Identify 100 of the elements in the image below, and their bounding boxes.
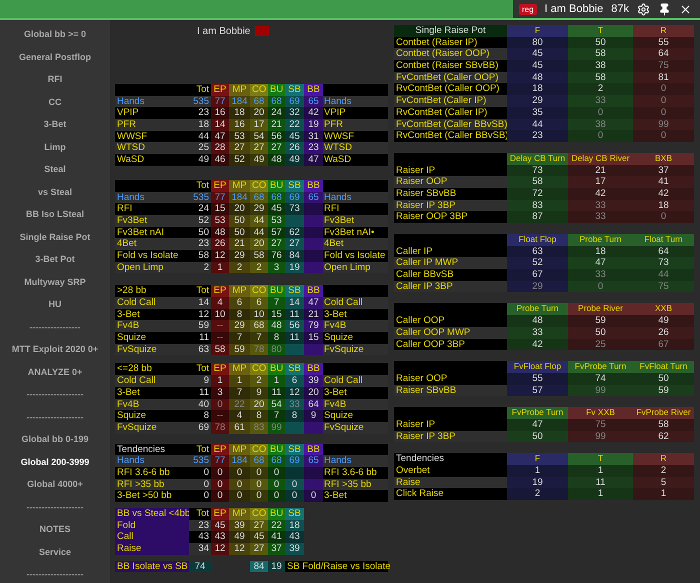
nav-item[interactable]: Global bb >= 0 xyxy=(24,23,86,46)
table-cell: 0 xyxy=(633,130,694,142)
table-cell: 73 xyxy=(507,164,568,176)
table-cell: 31 xyxy=(304,130,323,142)
column-header: EP xyxy=(211,285,229,298)
table-cell: 52 xyxy=(507,257,568,270)
column-header: FvProbe Turn xyxy=(568,361,633,373)
table-cell: 79 xyxy=(304,320,323,332)
table-cell: 43 xyxy=(285,531,304,544)
table-title: <=28 bb xyxy=(115,363,189,376)
nav-item[interactable]: 3-Bet xyxy=(44,113,66,136)
table-cell: 48 xyxy=(211,226,229,238)
table-cell: 64 xyxy=(304,398,323,410)
table-cell: 58 xyxy=(568,48,633,60)
table-cell: 25 xyxy=(189,142,211,154)
separator-text: ------------------- xyxy=(26,388,84,401)
row-label: Call xyxy=(115,531,189,544)
nav-item[interactable]: RFI xyxy=(48,68,62,90)
nav-item[interactable]: vs Steal xyxy=(38,180,72,203)
table-cell: 80 xyxy=(507,36,568,48)
close-icon[interactable] xyxy=(679,2,692,16)
nav-item[interactable]: HU xyxy=(48,293,62,316)
table-cell: 48 xyxy=(507,315,568,327)
table-cell: 63 xyxy=(507,246,568,258)
table-cell: 69 xyxy=(285,96,304,108)
table-cell: 43 xyxy=(189,531,211,544)
column-header: EP xyxy=(211,363,229,376)
table-cell: 11 xyxy=(189,332,211,344)
table-cell: 61 xyxy=(229,422,250,434)
row-label: Contbet (Raiser IP) xyxy=(394,36,507,48)
table-cell: 68 xyxy=(250,96,268,108)
row-label: Caller OOP 3BP xyxy=(394,338,507,350)
table-cell: 184 xyxy=(229,455,250,467)
nav-item[interactable]: Global 200-3999 xyxy=(20,450,90,473)
table-cell: 0 xyxy=(211,398,229,410)
table-cell: 68 xyxy=(268,96,285,108)
table-cell: 5 xyxy=(633,476,694,488)
table-cell: 34 xyxy=(189,543,211,555)
table-cell: 0 xyxy=(633,211,694,224)
nav-item[interactable]: BB Iso LSteal xyxy=(26,203,84,226)
table-cell: 57 xyxy=(507,384,568,396)
table-cell: 69 xyxy=(285,192,304,204)
pin-icon[interactable] xyxy=(658,2,671,16)
nav-item[interactable]: Single Raise Pot xyxy=(20,226,90,248)
column-header: SB xyxy=(285,180,304,192)
nav-item[interactable]: General Postflop xyxy=(18,46,91,68)
table-cell: 0 xyxy=(229,466,250,479)
nav-item[interactable]: 3-Bet Pot xyxy=(35,248,75,270)
table-cell: 52 xyxy=(229,154,250,166)
column-header: BB xyxy=(304,363,323,376)
table-cell: 7 xyxy=(268,410,285,422)
nav-item[interactable]: Limp xyxy=(44,136,66,158)
nav-item[interactable]: MTT Exploit 2020 0+ xyxy=(12,338,98,360)
table-cell: 0 xyxy=(250,490,268,502)
table-cell: 49 xyxy=(285,154,304,166)
table-cell: 83 xyxy=(507,200,568,212)
table-cell: 49 xyxy=(250,154,268,166)
table-cell: 0 xyxy=(229,490,250,502)
table-cell: 52 xyxy=(189,214,211,227)
hand-count: 87k xyxy=(611,3,629,15)
table-cell: 8 xyxy=(285,410,304,422)
table-cell: 10 xyxy=(211,308,229,320)
table-cell: 44 xyxy=(250,214,268,227)
table-cell: 3 xyxy=(211,386,229,399)
column-header: T xyxy=(568,25,633,37)
table-cell: 68 xyxy=(250,455,268,467)
column-header: SB xyxy=(285,508,304,520)
row-label: PFR xyxy=(115,119,189,131)
table-cell: 18 xyxy=(229,107,250,120)
column-header: Probe Turn xyxy=(568,234,633,246)
nav-item[interactable]: Steal xyxy=(44,158,66,180)
table-cell: 9 xyxy=(304,410,323,422)
row-label: Raise xyxy=(115,543,189,555)
row-label: Fv3Bet nAI• xyxy=(323,226,388,238)
row-label: Fv4B xyxy=(323,320,388,332)
table-cell: 19 xyxy=(285,262,304,274)
nav-item[interactable]: ANALYZE 0+ xyxy=(28,360,82,383)
table-cell: 12 xyxy=(229,543,250,555)
nav-item[interactable]: NOTES xyxy=(39,518,70,540)
table-cell: 48 xyxy=(507,72,568,84)
table-cell: 2 xyxy=(189,262,211,274)
table-cell: 42 xyxy=(304,107,323,120)
table-cell: 24 xyxy=(189,203,211,215)
nav-item[interactable]: Global 4000+ xyxy=(27,473,83,496)
table-cell: 59 xyxy=(189,320,211,332)
table-cell: 78 xyxy=(250,344,268,356)
nav-item[interactable]: Global bb 0-199 xyxy=(21,428,89,450)
nav-item[interactable]: CC xyxy=(48,90,62,113)
table-cell: 67 xyxy=(507,269,568,281)
table-cell: 42 xyxy=(507,338,568,350)
table-cell: 74 xyxy=(568,372,633,385)
row-label: FvSquize xyxy=(115,344,189,356)
row-label: Fold xyxy=(115,520,189,532)
nav-item[interactable]: Service xyxy=(38,540,72,563)
settings-icon[interactable] xyxy=(637,2,650,16)
nav-item[interactable]: Multyway SRP xyxy=(24,270,86,293)
table-cell: 48 xyxy=(268,154,285,166)
table-cell: 0 xyxy=(268,478,285,490)
row-label: Raiser IP 3BP xyxy=(394,430,507,442)
table-cell: 33 xyxy=(568,95,633,107)
